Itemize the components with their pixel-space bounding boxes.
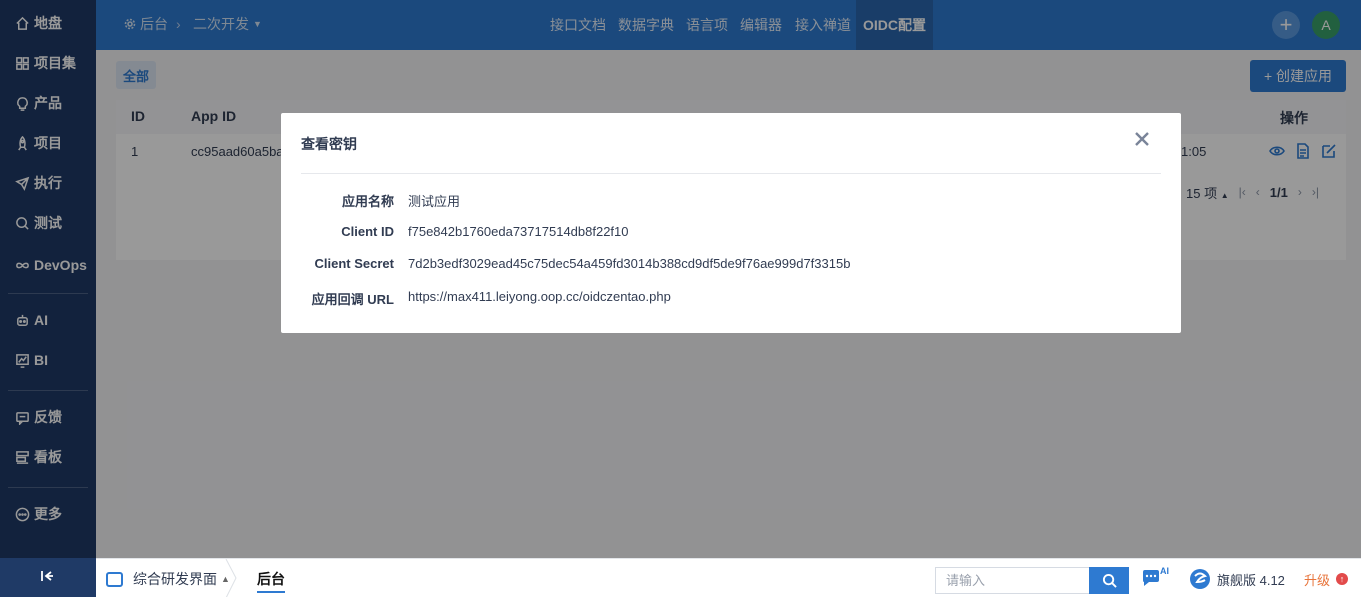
open-tab-admin[interactable]: 后台 [257,569,285,593]
field-value: 7d2b3edf3029ead45c75dec54a459fd3014b388c… [408,256,851,271]
field-label: Client ID [341,224,394,239]
collapse-sidebar-icon[interactable] [36,566,58,586]
search-input[interactable] [935,567,1090,594]
edition-label: 旗舰版 4.12 [1217,572,1285,588]
ai-chat-button[interactable]: AI [1141,566,1171,592]
field-value: 测试应用 [408,194,461,209]
upgrade-button[interactable]: 升级 ↑ [1304,569,1349,589]
field-value: f75e842b1760eda73717514db8f22f10 [408,224,629,239]
bottom-bar: 综合研发界面 ▲ 后台 AI 旗舰版 4.12 升级 ↑ [96,558,1361,597]
ai-badge: AI [1160,566,1169,576]
field-client-secret: Client Secret 7d2b3edf3029ead45c75dec54a… [281,256,1181,276]
field-callback-url: 应用回调 URL https://max411.leiyong.oop.cc/o… [281,289,1181,309]
close-icon[interactable] [1131,128,1153,150]
search-icon [1102,573,1117,588]
app-switcher-label: 综合研发界面 [133,571,217,587]
edition-info: 旗舰版 4.12 [1189,569,1285,589]
field-client-id: Client ID f75e842b1760eda73717514db8f22f… [281,224,1181,244]
field-label: 应用名称 [341,194,394,209]
field-app-name: 应用名称 测试应用 [281,191,1181,211]
zentao-logo-icon [1190,569,1210,589]
field-label: 应用回调 URL [311,292,394,307]
dialog-divider [301,173,1161,174]
upgrade-label: 升级 [1304,572,1331,588]
view-secret-dialog: 查看密钥 应用名称 测试应用 Client ID f75e842b1760eda… [281,113,1181,333]
field-label: Client Secret [314,256,394,271]
app-switcher[interactable]: 综合研发界面 ▲ [106,569,230,589]
upgrade-arrow-icon: ↑ [1336,573,1349,585]
field-value: https://max411.leiyong.oop.cc/oidczentao… [408,289,671,304]
dialog-title: 查看密钥 [301,136,357,152]
breadcrumb-divider [224,558,238,597]
monitor-icon [106,571,123,587]
search-button[interactable] [1089,567,1129,594]
